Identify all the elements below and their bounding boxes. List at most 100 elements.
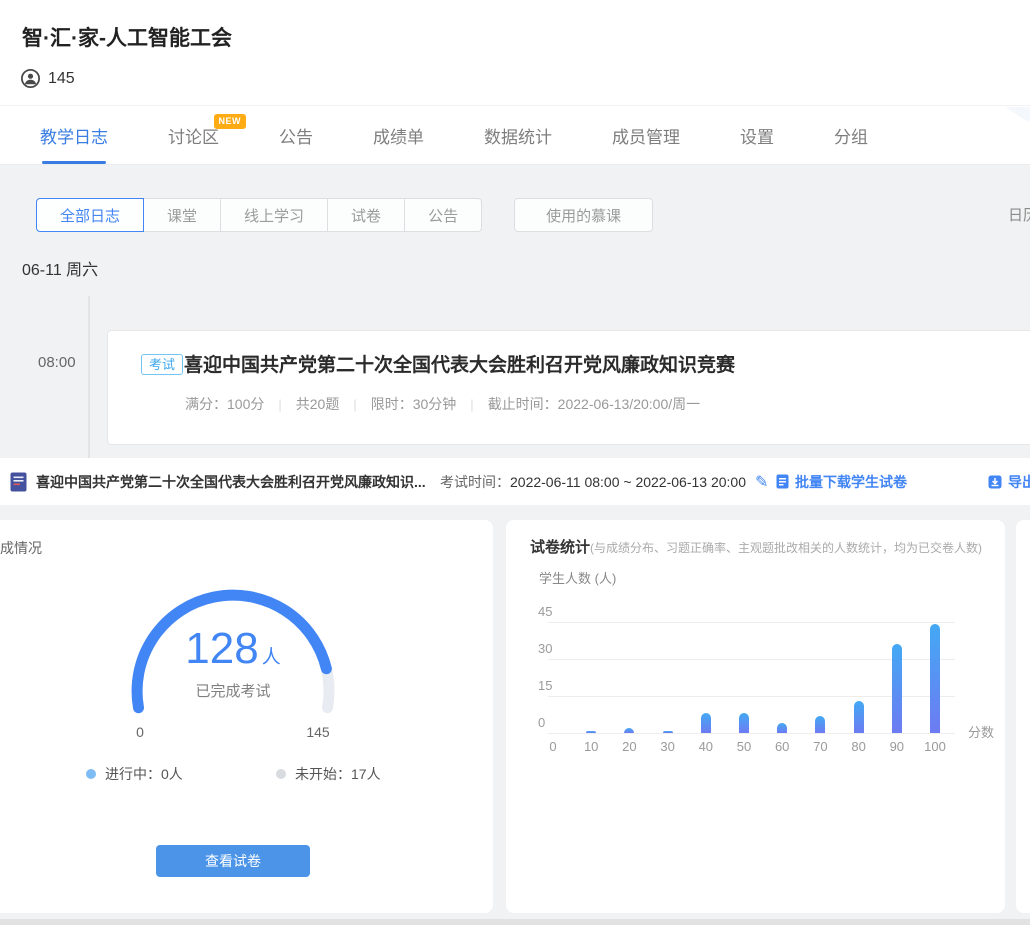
exam-event-card[interactable]: 考试 喜迎中国共产党第二十次全国代表大会胜利召开党风廉政知识竞赛 满分：100分… [107,330,1030,445]
gauge-min-label: 0 [136,724,144,740]
chart-x-tick: 90 [890,739,904,754]
tab-label: 讨论区 [168,123,219,148]
timeline-line [88,296,90,458]
tab-label: 分组 [834,123,868,148]
exam-event-meta: 满分：100分|共20题|限时：30分钟|截止时间：2022-06-13/20:… [185,394,700,414]
legend-dot-icon [86,769,96,779]
tab-label: 数据统计 [484,123,552,148]
paper-stats-subtitle: (与成绩分布、习题正确率、主观题批改相关的人数统计，均为已交卷人数) [590,541,982,555]
timeline-date: 06-11 周六 [22,256,98,280]
tab-成员管理[interactable]: 成员管理 [612,107,680,164]
legend-label: 未开始：17人 [295,764,381,784]
chart-x-tick: 60 [775,739,789,754]
tab-数据统计[interactable]: 数据统计 [484,107,552,164]
tab-公告[interactable]: 公告 [279,107,313,164]
export-download-icon [988,475,1002,489]
tab-教学日志[interactable]: 教学日志 [40,107,108,164]
tab-label: 设置 [740,123,774,148]
page-title: 智·汇·家-人工智能工会 [22,22,232,52]
chart-bar [854,701,864,733]
meta-separator: | [470,397,473,412]
chart-y-tick: 30 [538,641,552,656]
chart-bar [586,731,596,734]
chart-x-tick: 50 [737,739,751,754]
gauge-arc-remaining [326,669,329,708]
chart-bar [930,624,940,733]
legend-label: 进行中：0人 [105,764,183,784]
filter-线上学习[interactable]: 线上学习 [220,198,328,232]
chart-y-tick: 0 [538,715,545,730]
view-paper-button[interactable]: 查看试卷 [156,845,310,877]
chart-bar [701,713,711,733]
exam-meta-item: 截止时间：2022-06-13/20:00/周一 [488,394,700,414]
chart-x-tick: 10 [584,739,598,754]
filter-课堂[interactable]: 课堂 [143,198,221,232]
next-panel-sliver [1016,520,1030,913]
chart-x-tick: 70 [813,739,827,754]
legend-item: 未开始：17人 [276,764,381,784]
log-filters: 全部日志课堂线上学习试卷公告 使用的慕课 [36,198,653,232]
member-count: 145 [21,69,75,88]
tab-label: 教学日志 [40,123,108,148]
gauge-max-label: 145 [306,724,329,740]
nav-tabbar: 教学日志 讨论区NEW 公告 成绩单 数据统计 成员管理 设置 分组 [0,107,1030,165]
completion-panel: 完成情况 128 人 已完成考试 0 145 进行中：0人未开始：17人 查看试… [0,520,493,913]
chart-bar [739,713,749,733]
batch-download-link[interactable]: 批量下载学生试卷 [776,472,907,492]
filter-全部日志[interactable]: 全部日志 [36,198,144,232]
exam-meta-item: 限时：30分钟 [371,394,457,414]
decorative-wave [930,107,1030,165]
chart-bar [663,731,673,734]
exam-event-title: 喜迎中国共产党第二十次全国代表大会胜利召开党风廉政知识竞赛 [184,350,735,377]
tab-label: 成绩单 [373,123,424,148]
member-count-value: 145 [48,70,75,88]
chart-x-tick: 40 [699,739,713,754]
used-mooc-button[interactable]: 使用的慕课 [514,198,653,232]
filter-公告[interactable]: 公告 [404,198,482,232]
tab-分组[interactable]: 分组 [834,107,868,164]
completed-count: 128 人 [185,624,280,674]
new-badge: NEW [214,114,247,129]
chart-x-axis-label: 分数 [968,722,994,741]
exam-paper-icon [10,472,27,492]
exam-time-value: 2022-06-11 08:00 ~ 2022-06-13 20:00 [510,474,746,490]
calendar-view-toggle[interactable]: 日历 [1008,204,1030,225]
meta-separator: | [353,397,356,412]
nav-tabs: 教学日志 讨论区NEW 公告 成绩单 数据统计 成员管理 设置 分组 [40,107,868,164]
paper-stats-panel: 试卷统计(与成绩分布、习题正确率、主观题批改相关的人数统计，均为已交卷人数) 学… [506,520,1005,913]
filter-试卷[interactable]: 试卷 [327,198,405,232]
exam-time: 考试时间： 2022-06-11 08:00 ~ 2022-06-13 20:0… [440,472,768,492]
exam-time-label: 考试时间： [440,472,510,492]
tab-讨论区[interactable]: 讨论区NEW [168,107,219,164]
tab-label: 成员管理 [612,123,680,148]
chart-gridline [548,622,955,623]
members-icon [21,69,40,88]
legend-item: 进行中：0人 [86,764,183,784]
paper-stats-title: 试卷统计 [530,539,590,556]
chart-bar [815,716,825,733]
tab-成绩单[interactable]: 成绩单 [373,107,424,164]
timeline-time: 08:00 [38,354,76,371]
exam-info-bar: 喜迎中国共产党第二十次全国代表大会胜利召开党风廉政知识... 考试时间： 202… [0,458,1030,505]
exam-bar-title: 喜迎中国共产党第二十次全国代表大会胜利召开党风廉政知识... [36,472,426,492]
chart-y-tick: 15 [538,678,552,693]
export-label: 导出 [1008,472,1030,492]
chart-bar [892,644,902,733]
tab-设置[interactable]: 设置 [740,107,774,164]
exam-type-badge: 考试 [141,354,183,375]
exam-meta-item: 满分：100分 [185,394,264,414]
chart-bar [624,728,634,733]
legend-dot-icon [276,769,286,779]
tab-label: 公告 [279,123,313,148]
chart-x-tick: 30 [660,739,674,754]
completed-unit: 人 [262,642,281,669]
paper-stats-header: 试卷统计(与成绩分布、习题正确率、主观题批改相关的人数统计，均为已交卷人数) [530,536,982,557]
edit-time-icon[interactable]: ✎ [755,472,768,492]
log-filter-group: 全部日志课堂线上学习试卷公告 [36,198,482,232]
export-link[interactable]: 导出 [988,472,1030,492]
chart-y-axis-label: 学生人数 (人) [539,568,616,587]
chart-x-tick: 0 [549,739,556,754]
chart-bar [777,723,787,733]
exam-meta-item: 共20题 [296,394,340,414]
chart-y-tick: 45 [538,604,552,619]
